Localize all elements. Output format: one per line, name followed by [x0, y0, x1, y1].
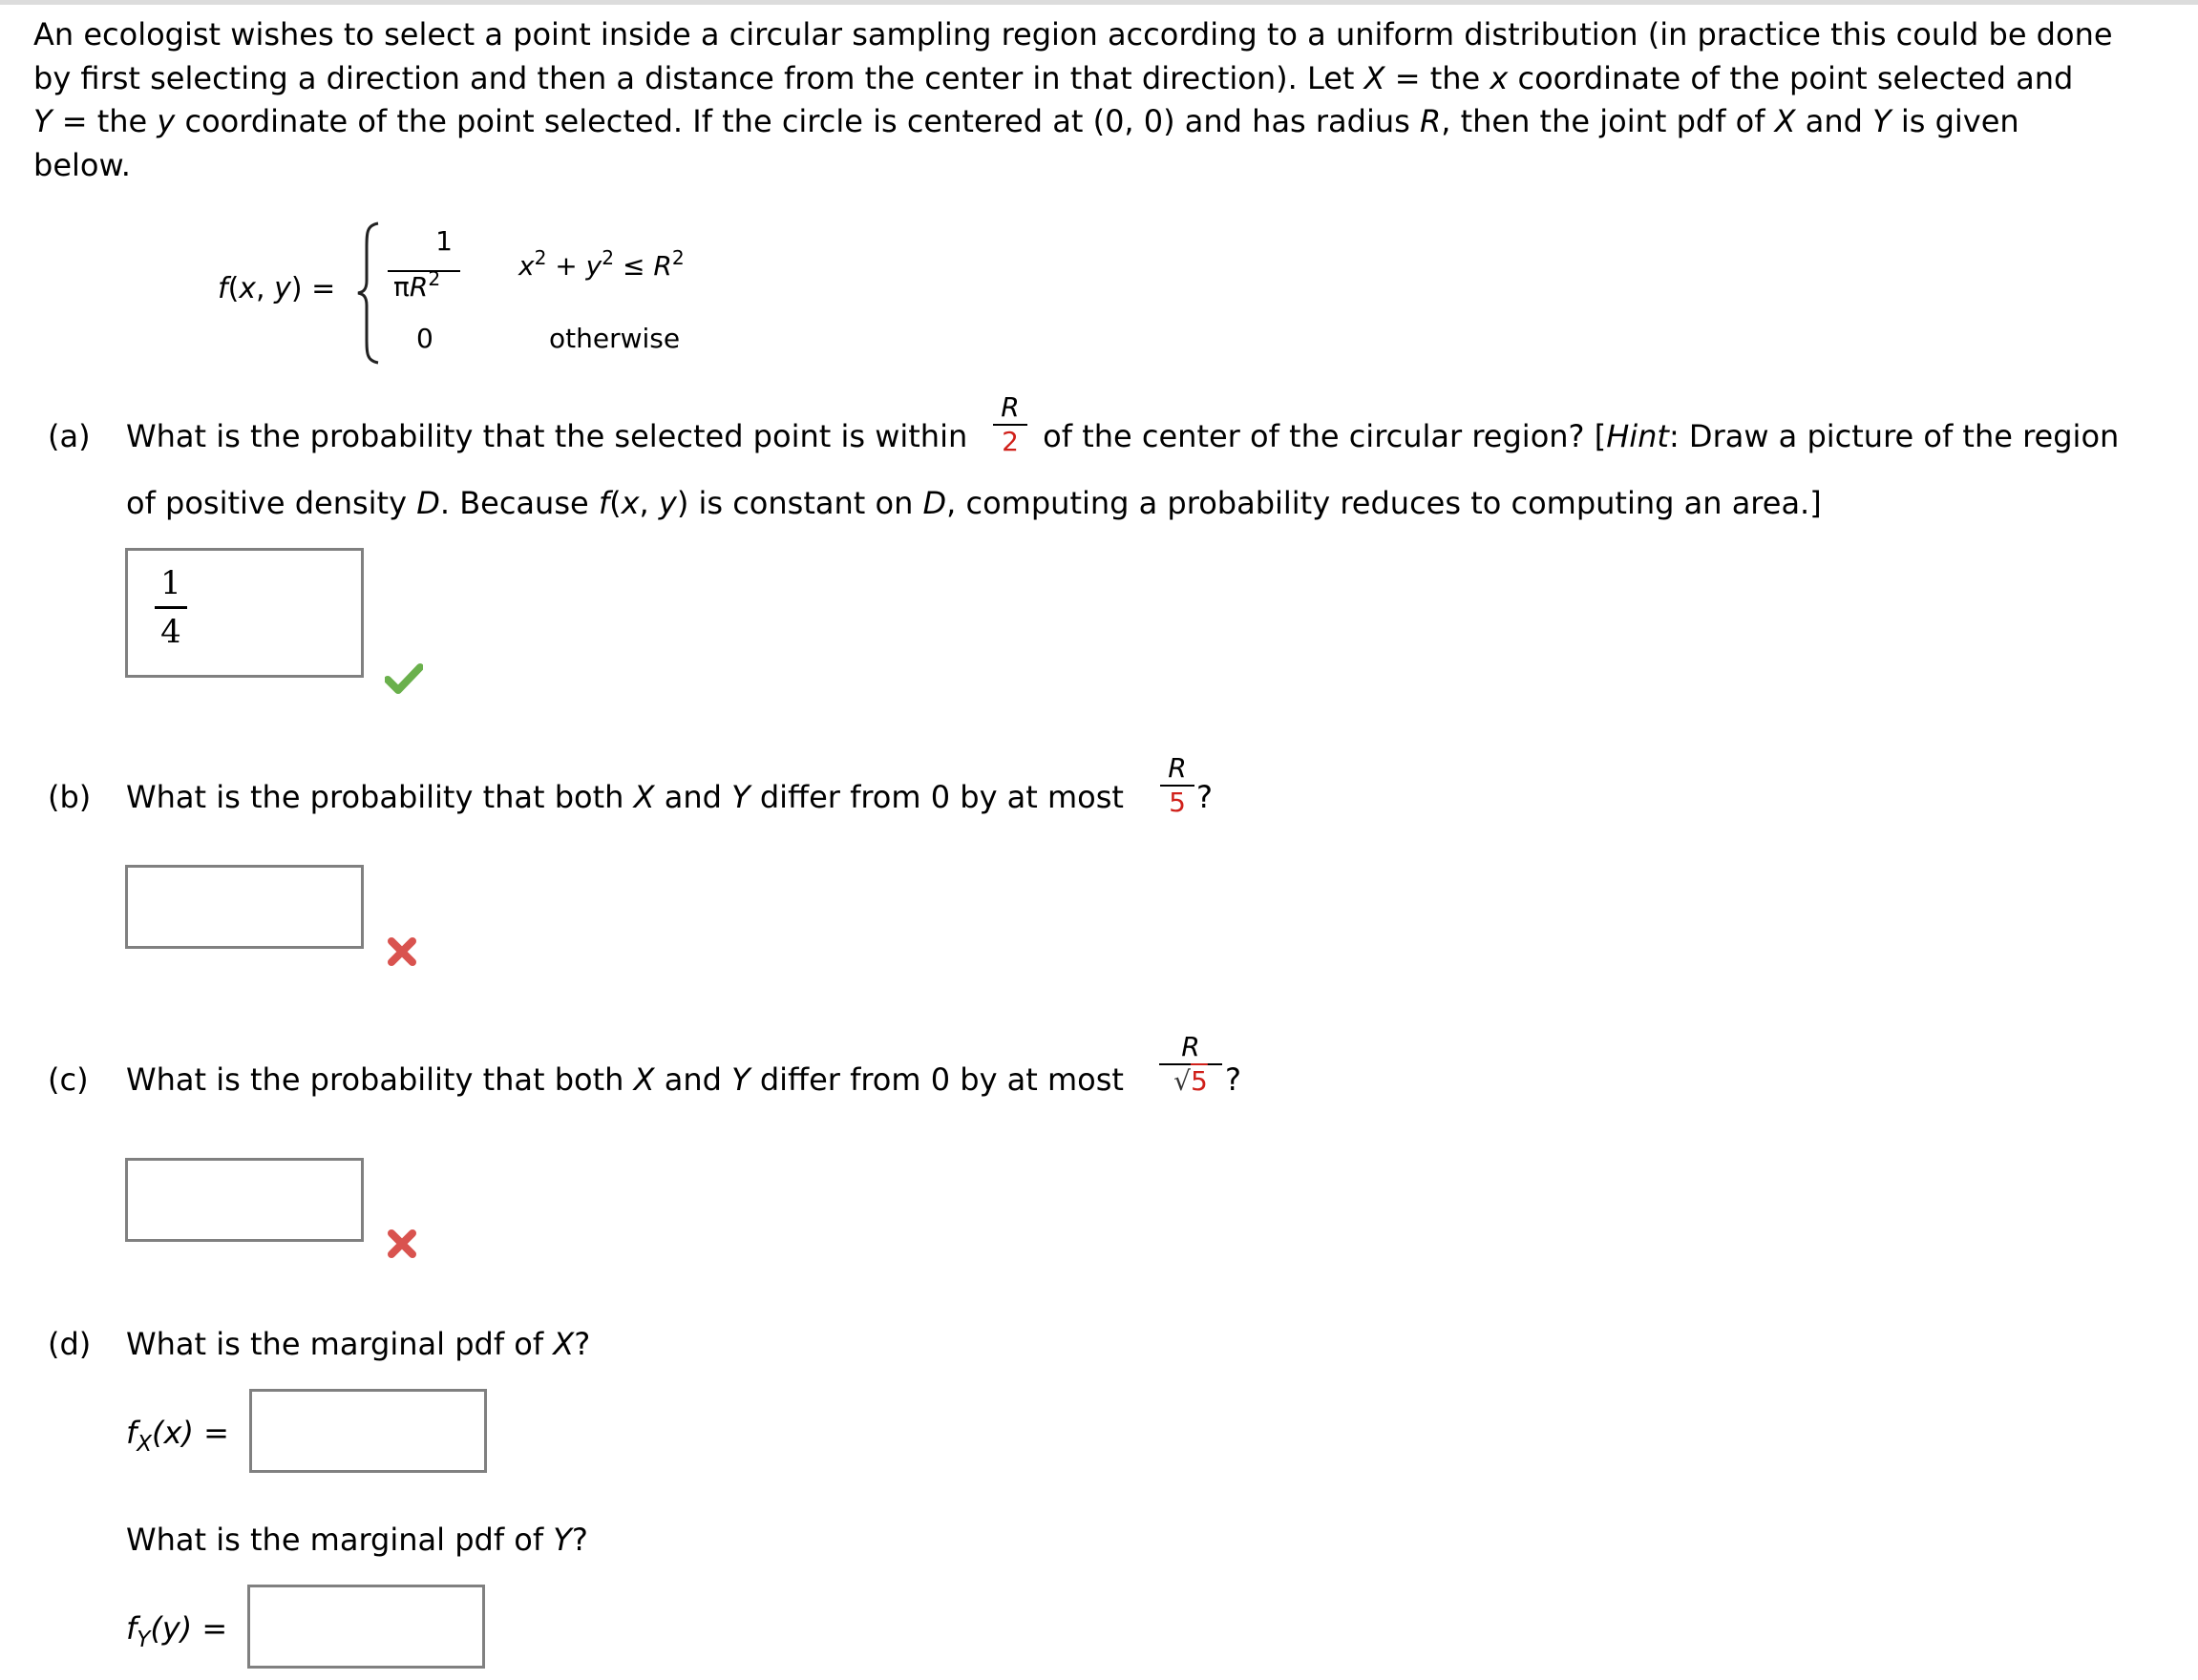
- marginal-y-input[interactable]: [247, 1585, 485, 1669]
- part-b-question-mark: ?: [1196, 779, 1213, 815]
- case1-condition: x2 + y2 ≤ R2: [518, 245, 685, 282]
- fy-label: fY(y) =: [126, 1610, 228, 1653]
- case2-condition: otherwise: [549, 323, 681, 354]
- intro-line-3: Y = the y coordinate of the point select…: [33, 103, 2019, 139]
- formula-lhs: f(x, y) =: [218, 272, 336, 305]
- part-c-question-mark: ?: [1225, 1061, 1241, 1098]
- left-brace-icon: [357, 221, 379, 365]
- part-a-question-line1: What is the probability that the selecte…: [126, 418, 968, 454]
- part-d-question-x: What is the marginal pdf of X?: [126, 1326, 591, 1362]
- part-d-question-y: What is the marginal pdf of Y?: [126, 1522, 588, 1558]
- part-a-answer-input[interactable]: 1 4: [125, 548, 364, 678]
- x-icon: [388, 937, 416, 966]
- part-c-question: What is the probability that both X and …: [126, 1061, 1134, 1098]
- part-c-fraction: R √5: [1159, 1033, 1222, 1096]
- part-b-question: What is the probability that both X and …: [126, 779, 1134, 815]
- intro-line-1: An ecologist wishes to select a point in…: [33, 16, 2113, 52]
- problem-statement: An ecologist wishes to select a point in…: [33, 13, 2172, 187]
- intro-line-4: below.: [33, 146, 131, 183]
- case2-value: 0: [416, 323, 433, 354]
- part-d-label: (d): [48, 1326, 92, 1362]
- part-b-fraction: R 5: [1160, 754, 1194, 817]
- part-a-label: (a): [48, 418, 91, 454]
- part-c-label: (c): [48, 1061, 89, 1098]
- part-a-fraction: R 2: [993, 393, 1027, 456]
- case1-numerator: 1: [435, 225, 453, 257]
- part-c-answer-input[interactable]: [125, 1158, 364, 1242]
- part-a-answer-value: 1 4: [155, 564, 187, 651]
- part-a-question-line1-cont: of the center of the circular region? [H…: [1033, 418, 2120, 454]
- top-border: [0, 0, 2198, 5]
- part-a-question-line2: of positive density D. Because f(x, y) i…: [126, 485, 1822, 521]
- case1-denominator: πR2: [393, 266, 441, 303]
- x-icon: [388, 1229, 416, 1258]
- part-b-label: (b): [48, 779, 92, 815]
- intro-line-2: by first selecting a direction and then …: [33, 59, 2074, 96]
- part-b-answer-input[interactable]: [125, 865, 364, 949]
- check-icon: [385, 663, 423, 694]
- fx-label: fX(x) =: [126, 1415, 229, 1458]
- marginal-x-input[interactable]: [249, 1389, 487, 1473]
